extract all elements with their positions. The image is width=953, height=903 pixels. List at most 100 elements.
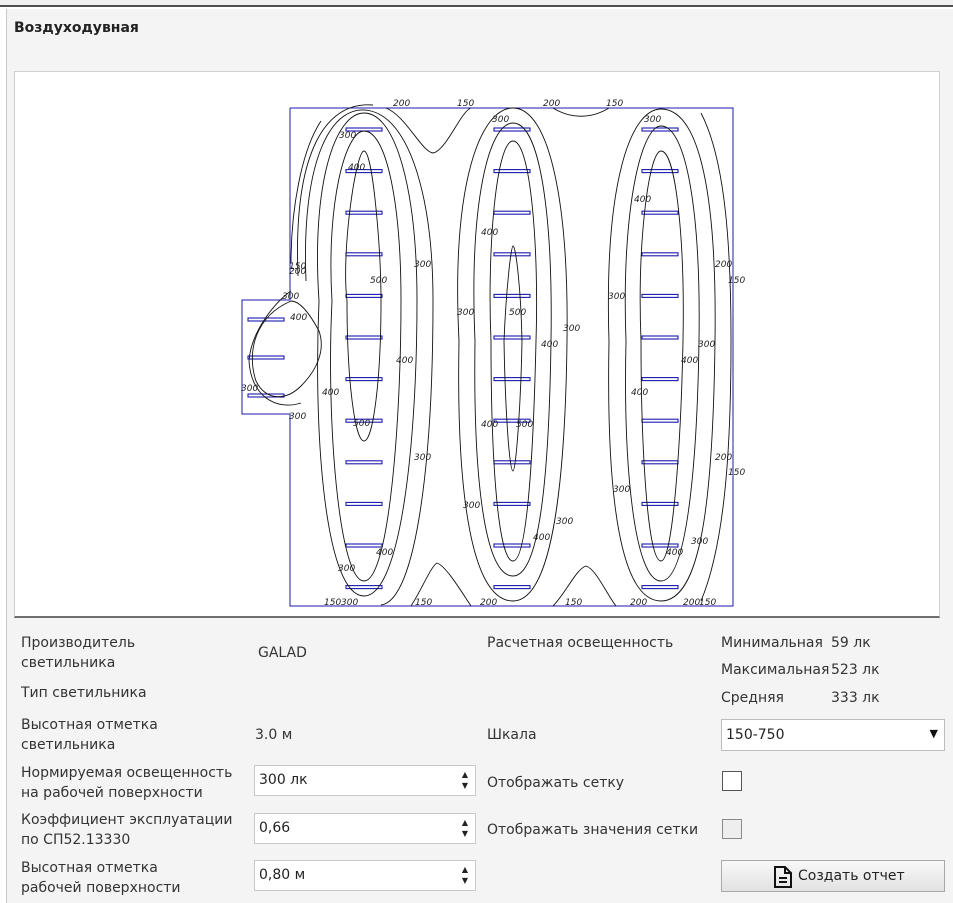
luminaire [641,543,679,548]
contour-label: 400 [396,356,413,366]
contour-label: 300 [691,537,708,547]
luminaire [641,460,679,465]
luminaire [641,127,679,132]
contour-label: 200 [289,267,306,277]
calculated-illuminance-label: Расчетная освещенность [487,635,674,651]
contour-label: 300 [341,598,358,608]
isolux-plan-canvas[interactable]: 200 150 200 150 300 300 300 400 400 400 150 200 300 5… [14,71,940,618]
luminaire [641,585,679,590]
contour-label: 400 [348,163,365,173]
norm-illuminance-value: 300 лк [259,772,308,788]
luminaire [641,418,679,423]
min-label: Минимальная [721,635,823,651]
luminaire [641,377,679,382]
luminaires [247,127,679,590]
scale-select-value: 150-750 [726,727,785,743]
avg-value: 333 лк [831,690,880,706]
isolux-plan: 200 150 200 150300300 3004004004001502003005… [241,99,745,608]
contour-label: 200 [543,99,560,109]
show-grid-values-label: Отображать значения сетки [487,822,699,838]
contour-label: 300 [338,564,355,574]
luminaire [493,543,531,548]
contour-labels: 200 150 200 150300300 3004004004001502003005… [241,99,745,608]
contour-label: 400 [481,420,498,430]
contour-label: 150 [457,99,474,109]
contour-label: 400 [481,228,498,238]
create-report-button[interactable]: Создать отчет [721,860,945,892]
luminaire [493,335,531,340]
contour-label: 150 [728,276,745,286]
contour-label: 300 [563,324,580,334]
luminaire [345,543,383,548]
contour-label: 300 [492,115,509,125]
luminaire [345,585,383,590]
luminaire [493,210,531,215]
luminaire [493,377,531,382]
contour-label: 500 [353,419,370,429]
contour-label: 300 [414,260,431,270]
up-down-arrows-icon[interactable]: ▲ ▼ [462,864,468,886]
luminaire [345,501,383,506]
luminaire [345,293,383,298]
luminaire [641,293,679,298]
create-report-label: Создать отчет [798,868,905,884]
contour-label: 500 [370,276,387,286]
contour-label: 150 [699,598,716,608]
contour-label: 400 [666,548,683,558]
contour-label: 200 [630,598,647,608]
avg-label: Средняя [721,690,784,706]
maintenance-factor-value: 0,66 [259,820,291,836]
contour-label: 300 [289,412,306,422]
scale-select[interactable]: 150-750 ▼ [721,719,945,751]
luminaire [345,335,383,340]
luminaire [641,252,679,257]
contour-label: 300 [463,501,480,511]
contour-label: 200 [683,598,700,608]
show-grid-values-checkbox[interactable] [722,819,742,839]
manufacturer-value: GALAD [258,645,307,661]
contour-label: 400 [634,195,651,205]
contour-label: 400 [631,388,648,398]
contour-label: 400 [322,388,339,398]
contour-label: 150 [565,598,582,608]
contour-label: 150 [606,99,623,109]
max-value: 523 лк [831,662,880,678]
contour-label: 150 [728,468,745,478]
contour-label: 300 [282,292,299,302]
caret-down-icon: ▼ [929,727,938,740]
luminaire-height-label: Высотная отметка светильника [21,717,158,753]
maintenance-factor-stepper[interactable]: 0,66 ▲ ▼ [254,813,476,844]
work-surface-height-value: 0,80 м [259,867,306,883]
document-icon [774,866,792,892]
work-surface-height-label: Высотная отметка рабочей поверхности [21,860,181,896]
contour-label: 500 [509,308,526,318]
contour-label: 200 [715,260,732,270]
up-down-arrows-icon[interactable]: ▲ ▼ [462,769,468,791]
up-down-arrows-icon[interactable]: ▲ ▼ [462,817,468,839]
manufacturer-label: Производитель светильника [21,633,135,673]
norm-illuminance-label: Нормируемая освещенность на рабочей пове… [21,765,233,801]
scale-label: Шкала [487,727,537,743]
luminaire [493,252,531,257]
contour-label: 150 [324,598,341,608]
contour-label: 300 [457,308,474,318]
norm-illuminance-stepper[interactable]: 300 лк ▲ ▼ [254,765,476,796]
show-grid-checkbox[interactable] [722,771,742,791]
luminaire [641,335,679,340]
luminaire [641,210,679,215]
contour-label: 400 [681,356,698,366]
luminaire [493,460,531,465]
contour-label: 300 [608,292,625,302]
contour-label: 300 [613,485,630,495]
window-top-border [0,0,953,7]
luminaire [247,355,285,360]
contour-label: 300 [698,340,715,350]
contour-label: 200 [393,99,410,109]
luminaire [493,585,531,590]
contour-label: 300 [644,115,661,125]
contour-label: 400 [376,548,393,558]
room-outline [241,107,734,607]
max-label: Максимальная [721,662,830,678]
contour-label: 300 [414,453,431,463]
work-surface-height-stepper[interactable]: 0,80 м ▲ ▼ [254,860,476,891]
